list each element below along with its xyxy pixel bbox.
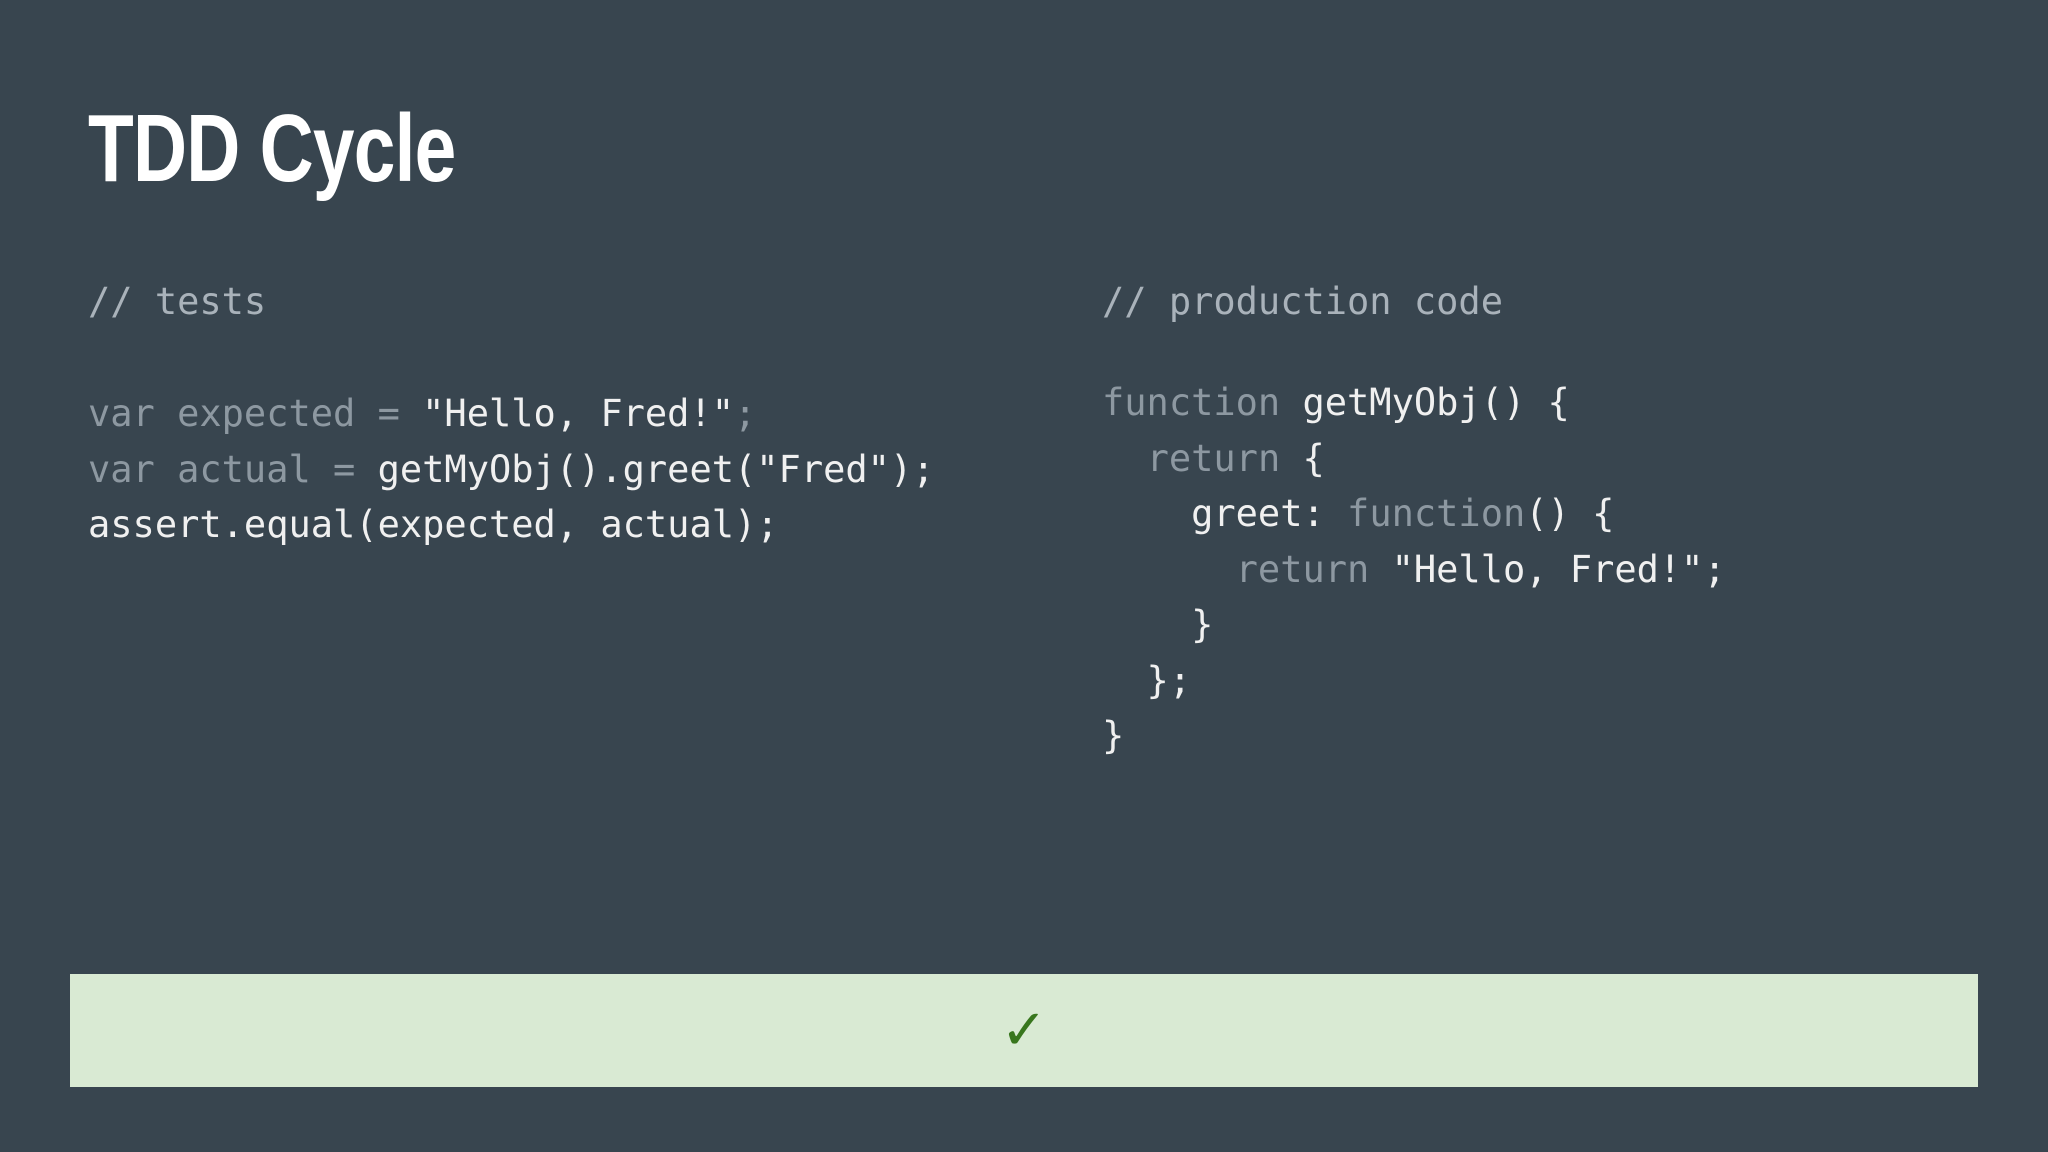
code-keyword: ; [734, 392, 757, 435]
code-line: return { [1102, 431, 1726, 487]
code-line: } [1102, 597, 1726, 653]
code-line: function getMyObj() { [1102, 375, 1726, 431]
code-token: } [1102, 714, 1125, 757]
test-result-bar: ✓ [70, 974, 1978, 1087]
code-token: () { [1525, 492, 1615, 535]
code-line: return "Hello, Fred!"; [1102, 542, 1726, 598]
production-code-block: function getMyObj() { return { greet: fu… [1102, 375, 1726, 764]
code-keyword: function [1102, 381, 1303, 424]
code-token: } [1102, 603, 1214, 646]
code-line: }; [1102, 653, 1726, 709]
code-keyword: return [1235, 547, 1370, 591]
code-token: }; [1102, 658, 1192, 702]
production-code-comment: // production code [1102, 280, 1503, 323]
code-keyword: function [1347, 492, 1526, 535]
code-line: greet: function() { [1102, 486, 1726, 542]
code-keyword: var actual = [88, 447, 378, 491]
tests-comment: // tests [88, 280, 267, 323]
code-token: greet: [1102, 492, 1348, 535]
code-token: getMyObj() { [1302, 381, 1570, 424]
code-token: "Hello, Fred!"; [1369, 547, 1726, 591]
code-keyword: var expected = [88, 392, 423, 435]
code-line: } [1102, 708, 1726, 764]
slide-title: TDD Cycle [88, 95, 456, 202]
code-line: var actual = getMyObj().greet("Fred"); [88, 442, 935, 498]
code-token: getMyObj().greet("Fred"); [377, 447, 935, 491]
tests-code-block: var expected = "Hello, Fred!"; var actual… [88, 386, 935, 553]
code-token: "Hello, Fred!" [422, 392, 735, 435]
code-token: { [1280, 436, 1325, 480]
code-keyword: return [1146, 436, 1281, 480]
code-line: var expected = "Hello, Fred!"; [88, 386, 935, 442]
code-token: assert.equal(expected, actual); [88, 503, 779, 546]
code-line: assert.equal(expected, actual); [88, 497, 935, 553]
check-icon: ✓ [1000, 997, 1048, 1063]
